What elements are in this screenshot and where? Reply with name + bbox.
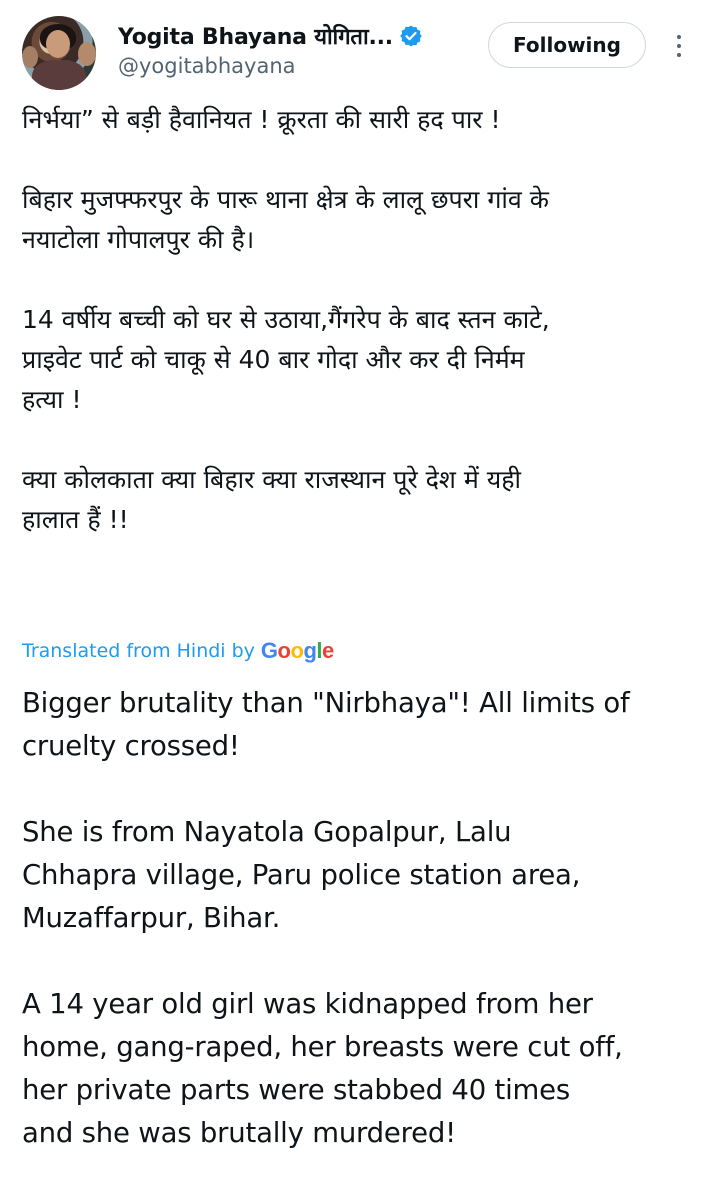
hindi-paragraph: निर्भया” से बड़ी हैवानियत ! क्रूरता की स…	[22, 105, 501, 134]
translation-label: Translated from Hindi by	[22, 640, 255, 662]
more-dot	[677, 53, 681, 57]
hindi-text-block: निर्भया” से बड़ी हैवानियत ! क्रूरता की स…	[22, 100, 694, 540]
avatar-background-person	[22, 46, 38, 68]
hindi-paragraph: क्या कोलकाता क्या बिहार क्या राजस्थान पू…	[22, 465, 522, 534]
verified-badge-icon	[399, 24, 423, 48]
translation-attribution[interactable]: Translated from Hindi by Google	[22, 634, 334, 668]
tweet-header: Yogita Bhayana योगिता... @yogitabhayana …	[0, 0, 714, 100]
tweet-original-text: निर्भया” से बड़ी हैवानियत ! क्रूरता की स…	[22, 100, 694, 540]
google-logo: Google	[260, 638, 334, 663]
hindi-paragraph: बिहार मुजफ्फरपुर के पारू थाना क्षेत्र के…	[22, 185, 549, 254]
english-paragraph: She is from Nayatola Gopalpur, Lalu Chha…	[22, 816, 581, 934]
english-paragraph: A 14 year old girl was kidnapped from he…	[22, 988, 623, 1149]
following-button[interactable]: Following	[488, 22, 646, 68]
display-name-row: Yogita Bhayana योगिता...	[118, 22, 423, 50]
author-avatar[interactable]	[22, 16, 96, 90]
english-paragraph: Bigger brutality than "Nirbhaya"! All li…	[22, 687, 630, 762]
author-info[interactable]: Yogita Bhayana योगिता... @yogitabhayana	[118, 22, 423, 78]
more-dot	[677, 35, 681, 39]
author-handle[interactable]: @yogitabhayana	[118, 54, 423, 78]
author-display-name[interactable]: Yogita Bhayana योगिता...	[118, 21, 393, 51]
avatar-face	[46, 30, 70, 58]
avatar-background-person	[78, 42, 96, 66]
more-vertical-icon[interactable]	[668, 26, 690, 66]
more-dot	[677, 44, 681, 48]
tweet-translated-text: Bigger brutality than "Nirbhaya"! All li…	[22, 682, 694, 1155]
avatar-body	[32, 60, 86, 90]
hindi-paragraph: 14 वर्षीय बच्ची को घर से उठाया,गैंगरेप क…	[22, 305, 550, 414]
